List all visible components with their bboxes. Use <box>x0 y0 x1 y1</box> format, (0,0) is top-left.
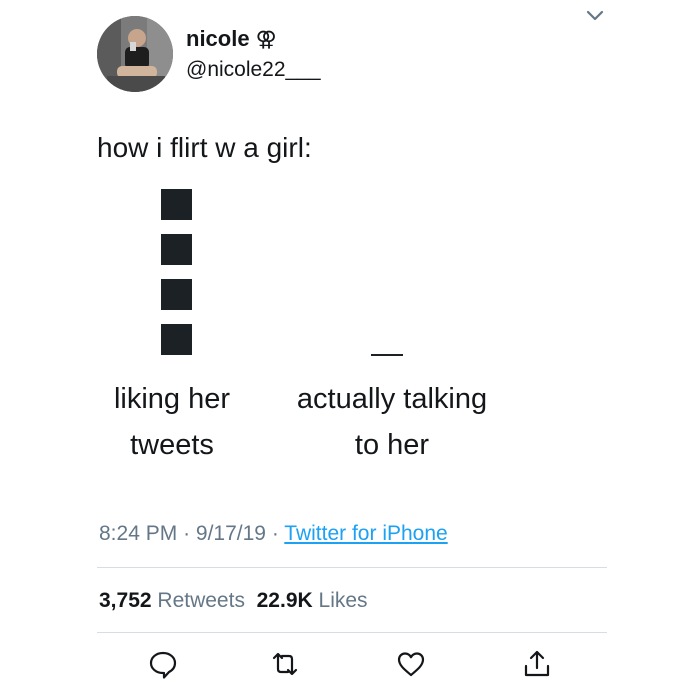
chart-bar-block <box>161 189 192 220</box>
divider <box>97 567 607 568</box>
chart-bar-block <box>161 324 192 355</box>
chevron-down-icon[interactable] <box>584 4 606 26</box>
chart-label-right: actually talking to her <box>296 383 488 461</box>
retweets-count[interactable]: 3,752 <box>99 589 152 612</box>
user-handle[interactable]: @nicole22___ <box>186 58 321 82</box>
chart-bar-dash <box>371 354 403 356</box>
name-symbol-icon: ⚢ <box>255 27 277 51</box>
tweet-date[interactable]: 9/17/19 <box>196 522 266 545</box>
display-name[interactable]: nicole <box>186 26 250 52</box>
heart-icon[interactable] <box>396 649 426 679</box>
source-link[interactable]: Twitter for iPhone <box>284 522 447 545</box>
chart-label-left: liking her tweets <box>113 383 231 461</box>
retweets-label[interactable]: Retweets <box>157 589 245 612</box>
tweet-text: how i flirt w a girl: <box>97 132 312 163</box>
chart-bar-block <box>161 279 192 310</box>
likes-count[interactable]: 22.9K <box>257 589 313 612</box>
likes-label[interactable]: Likes <box>319 589 368 612</box>
share-icon[interactable] <box>522 649 552 679</box>
tweet-stats: 3,752 Retweets 22.9K Likes <box>99 589 368 613</box>
reply-icon[interactable] <box>148 649 178 679</box>
tweet-meta: 8:24 PM · 9/17/19 · Twitter for iPhone <box>99 522 448 545</box>
retweet-icon[interactable] <box>270 649 300 679</box>
chart-bar-block <box>161 234 192 265</box>
divider <box>97 632 607 633</box>
avatar[interactable] <box>97 16 173 92</box>
tweet-time: 8:24 PM <box>99 522 178 545</box>
